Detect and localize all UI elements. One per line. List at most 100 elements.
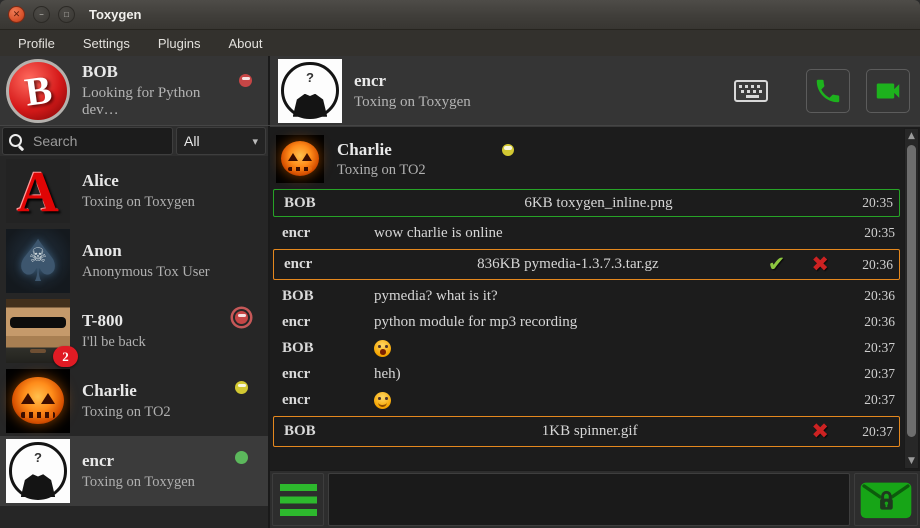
contact-row[interactable]: Charlie Toxing on TO2 — [0, 366, 268, 436]
window-close-button[interactable]: ✕ — [8, 6, 25, 23]
message-time: 20:37 — [847, 366, 895, 382]
window-maximize-button[interactable]: □ — [58, 6, 75, 23]
message-body: 1KB spinner.gif — [376, 423, 803, 440]
contact-status-icon — [235, 451, 248, 464]
contact-status-icon — [235, 311, 248, 324]
contact-status-message: Toxing on Toxygen — [82, 474, 235, 491]
scroll-down-arrow-icon[interactable]: ▼ — [905, 454, 918, 468]
contact-name: encr — [82, 451, 235, 471]
self-status-message: Looking for Python dev… — [82, 85, 239, 119]
window-title: Toxygen — [89, 7, 142, 22]
search-row: All ▾ — [0, 126, 268, 156]
cancel-file-button[interactable]: ✖ — [811, 421, 829, 442]
message-row: encr heh) 20:37 — [272, 361, 901, 387]
toxygen-window: ✕ − □ Toxygen Profile Settings Plugins A… — [0, 0, 920, 528]
message-time: 20:35 — [845, 195, 893, 211]
phone-icon — [813, 76, 843, 106]
menu-item[interactable]: Settings — [69, 32, 144, 55]
menu-item[interactable]: Plugins — [144, 32, 215, 55]
message-body — [374, 339, 823, 356]
main: All ▾ Alice Toxing on Toxygen — [0, 126, 920, 528]
contact-avatar — [6, 369, 70, 433]
unread-badge: 2 — [53, 346, 78, 367]
message-text: 6KB toxygen_inline.png — [524, 195, 672, 211]
contact-row[interactable]: Alice Toxing on Toxygen — [0, 156, 268, 226]
message-sender: BOB — [284, 195, 376, 212]
scrollbar-track[interactable] — [905, 143, 918, 454]
chevron-down-icon: ▾ — [252, 135, 258, 148]
message-sender: encr — [282, 225, 374, 242]
window-minimize-button[interactable]: − — [33, 6, 50, 23]
chat-peer-avatar — [276, 135, 324, 183]
contact-status-message: Anonymous Tox User — [82, 264, 262, 281]
peer-header-status-message: Toxing on Toxygen — [354, 94, 471, 111]
self-name: BOB — [82, 62, 239, 82]
message-input[interactable] — [328, 473, 850, 526]
message-sender: BOB — [282, 288, 374, 305]
peer-header-avatar — [278, 59, 342, 123]
message-list: BOB 6KB toxygen_inline.png 20:35 — [272, 189, 901, 447]
message-text: heh) — [374, 366, 401, 382]
emoji-icon — [374, 392, 391, 409]
contact-status-message: I'll be back — [82, 334, 235, 351]
message-time: 20:36 — [847, 314, 895, 330]
file-transfer-actions: ✔ ✖ — [768, 254, 829, 275]
message-text: 836KB pymedia-1.3.7.3.tar.gz — [477, 256, 659, 272]
message-row: encr 20:37 — [272, 387, 901, 413]
chat-peer-status-message: Toxing on TO2 — [337, 162, 514, 179]
scroll-up-arrow-icon[interactable]: ▲ — [905, 129, 918, 143]
message-time: 20:36 — [847, 288, 895, 304]
message-time: 20:36 — [845, 257, 893, 273]
keyboard-icon — [734, 80, 768, 102]
contact-status-message: Toxing on Toxygen — [82, 194, 262, 211]
message-sender: BOB — [282, 340, 374, 357]
contact-name: Alice — [82, 171, 262, 191]
peer-header: encr Toxing on Toxygen — [270, 56, 920, 125]
message-row: encr 836KB pymedia-1.3.7.3.tar.gz ✔ ✖ 20… — [273, 249, 900, 280]
header: BOB Looking for Python dev… encr Toxing … — [0, 56, 920, 126]
contact-row[interactable]: encr Toxing on Toxygen — [0, 436, 268, 506]
message-body: heh) — [374, 366, 823, 383]
composer — [270, 470, 920, 528]
scrollbar-thumb[interactable] — [907, 145, 916, 437]
message-text: 1KB spinner.gif — [542, 423, 638, 439]
search-box[interactable] — [2, 127, 173, 155]
self-avatar[interactable] — [6, 59, 70, 123]
message-text: wow charlie is online — [374, 225, 503, 241]
titlebar: ✕ − □ Toxygen — [0, 0, 920, 30]
contact-row[interactable]: Anon Anonymous Tox User — [0, 226, 268, 296]
message-body — [374, 391, 823, 408]
menu-item[interactable]: Profile — [4, 32, 69, 55]
search-icon — [8, 133, 25, 150]
contact-name: T-800 — [82, 311, 235, 331]
self-profile[interactable]: BOB Looking for Python dev… — [0, 56, 270, 125]
contact-avatar — [6, 229, 70, 293]
message-text: python module for mp3 recording — [374, 314, 577, 330]
chat-peer-status-icon — [502, 144, 514, 156]
sidebar: All ▾ Alice Toxing on Toxygen — [0, 126, 270, 528]
message-text: pymedia? what is it? — [374, 288, 498, 304]
message-time: 20:37 — [847, 392, 895, 408]
message-body: 836KB pymedia-1.3.7.3.tar.gz — [376, 256, 760, 273]
message-time: 20:37 — [845, 424, 893, 440]
hamburger-icon — [280, 484, 317, 516]
contact-filter-dropdown[interactable]: All ▾ — [176, 127, 266, 155]
audio-call-button[interactable] — [806, 69, 850, 113]
message-row: encr wow charlie is online 20:35 — [272, 220, 901, 246]
contact-avatar — [6, 439, 70, 503]
search-input[interactable] — [31, 132, 172, 150]
contact-row[interactable]: 2 T-800 I'll be back — [0, 296, 268, 366]
video-call-button[interactable] — [866, 69, 910, 113]
contact-name: Charlie — [82, 381, 235, 401]
message-row: BOB 20:37 — [272, 335, 901, 361]
chat-panel: Charlie Toxing on TO2 BOB 6K — [270, 126, 920, 528]
message-body: pymedia? what is it? — [374, 288, 823, 305]
cancel-file-button[interactable]: ✖ — [811, 254, 829, 275]
send-message-button[interactable] — [854, 473, 918, 526]
message-body: 6KB toxygen_inline.png — [376, 195, 821, 212]
message-sender: encr — [284, 256, 376, 273]
menu-item[interactable]: About — [214, 32, 276, 55]
attachments-menu-button[interactable] — [272, 473, 324, 526]
message-time: 20:37 — [847, 340, 895, 356]
accept-file-button[interactable]: ✔ — [768, 254, 786, 275]
